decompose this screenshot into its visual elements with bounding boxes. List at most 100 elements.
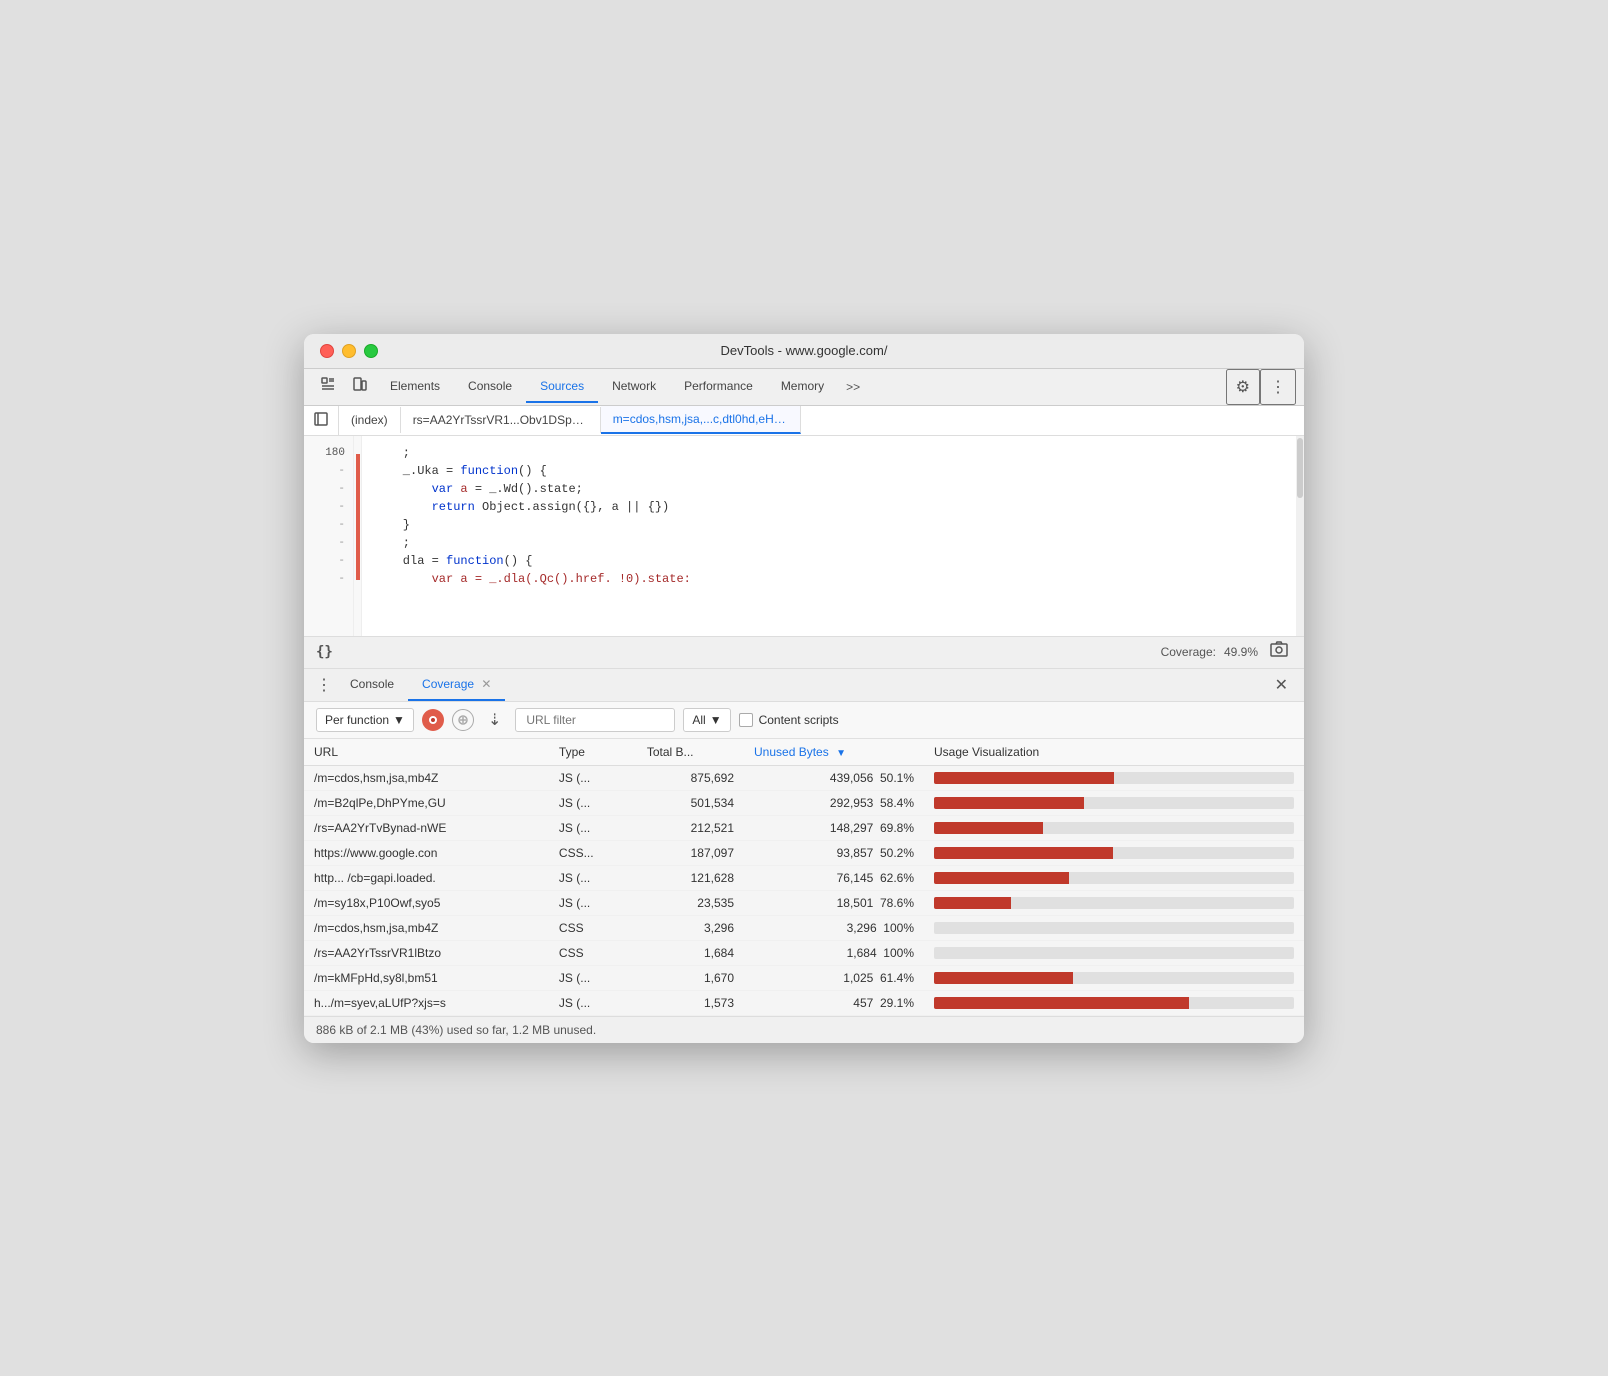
file-tab-bar: (index) rs=AA2YrTssrVR1...Obv1DSp-vWG36A…: [304, 406, 1304, 436]
table-row[interactable]: https://www.google.con CSS... 187,097 93…: [304, 840, 1304, 865]
settings-button[interactable]: ⚙: [1226, 369, 1260, 405]
row-visualization: [924, 965, 1304, 990]
usage-bar: [934, 997, 1294, 1009]
usage-bar: [934, 897, 1294, 909]
code-scrollbar[interactable]: [1296, 436, 1304, 636]
device-toolbar-button[interactable]: [344, 370, 376, 403]
panel-tab-bar: ⋮ Console Coverage ✕ ✕: [304, 669, 1304, 702]
sidebar-toggle-button[interactable]: [304, 406, 339, 435]
col-header-type[interactable]: Type: [549, 739, 637, 766]
coverage-toolbar: Per function ▼ ⇣ All ▼ Content scripts: [304, 702, 1304, 739]
row-url: /rs=AA2YrTssrVR1lBtzo: [304, 940, 549, 965]
table-row[interactable]: /m=sy18x,P10Owf,syo5 JS (... 23,535 18,5…: [304, 890, 1304, 915]
row-visualization: [924, 840, 1304, 865]
used-portion: [934, 772, 1114, 784]
download-button[interactable]: ⇣: [482, 708, 507, 732]
row-url: https://www.google.con: [304, 840, 549, 865]
table-row[interactable]: /m=kMFpHd,sy8l,bm51 JS (... 1,670 1,025 …: [304, 965, 1304, 990]
row-type: JS (...: [549, 790, 637, 815]
more-tabs-button[interactable]: >>: [838, 372, 868, 402]
usage-bar: [934, 922, 1294, 934]
row-type: JS (...: [549, 865, 637, 890]
row-total-bytes: 187,097: [637, 840, 744, 865]
coverage-percent: 49.9%: [1224, 645, 1258, 659]
used-portion: [934, 797, 1084, 809]
row-visualization: [924, 915, 1304, 940]
table-row[interactable]: /rs=AA2YrTssrVR1lBtzo CSS 1,684 1,684 10…: [304, 940, 1304, 965]
row-total-bytes: 501,534: [637, 790, 744, 815]
row-url: /m=cdos,hsm,jsa,mb4Z: [304, 915, 549, 940]
row-type: JS (...: [549, 815, 637, 840]
row-url: http... /cb=gapi.loaded.: [304, 865, 549, 890]
file-tab-m-cdos[interactable]: m=cdos,hsm,jsa,...c,dtl0hd,eHDfl ✕: [601, 406, 801, 434]
row-visualization: [924, 990, 1304, 1015]
col-header-visualization[interactable]: Usage Visualization: [924, 739, 1304, 766]
inspector-icon-button[interactable]: [312, 370, 344, 403]
row-total-bytes: 23,535: [637, 890, 744, 915]
col-header-url[interactable]: URL: [304, 739, 549, 766]
used-portion: [934, 897, 1011, 909]
code-bottom-toolbar: {} Coverage: 49.9%: [304, 636, 1304, 669]
tab-sources[interactable]: Sources: [526, 371, 598, 403]
row-type: JS (...: [549, 990, 637, 1015]
more-options-button[interactable]: ⋮: [1260, 369, 1296, 405]
usage-bar: [934, 797, 1294, 809]
panel-menu-button[interactable]: ⋮: [312, 669, 336, 701]
content-scripts-checkbox[interactable]: [739, 713, 753, 727]
table-row[interactable]: http... /cb=gapi.loaded. JS (... 121,628…: [304, 865, 1304, 890]
row-unused-bytes: 148,297 69.8%: [744, 815, 924, 840]
row-type: CSS: [549, 915, 637, 940]
row-type: JS (...: [549, 765, 637, 790]
stop-coverage-button[interactable]: [452, 709, 474, 731]
minimize-button[interactable]: [342, 344, 356, 358]
status-bar: 886 kB of 2.1 MB (43%) used so far, 1.2 …: [304, 1016, 1304, 1043]
maximize-button[interactable]: [364, 344, 378, 358]
screenshot-button[interactable]: [1266, 641, 1292, 664]
panel-close-button[interactable]: ✕: [1267, 669, 1296, 701]
col-header-unused-bytes[interactable]: Unused Bytes ▼: [744, 739, 924, 766]
row-unused-bytes: 93,857 50.2%: [744, 840, 924, 865]
content-scripts-label: Content scripts: [759, 713, 839, 727]
tab-performance[interactable]: Performance: [670, 371, 767, 403]
scrollbar-thumb[interactable]: [1297, 438, 1303, 498]
tab-network[interactable]: Network: [598, 371, 670, 403]
usage-bar: [934, 972, 1294, 984]
used-portion: [934, 872, 1069, 884]
table-row[interactable]: /m=B2qlPe,DhPYme,GU JS (... 501,534 292,…: [304, 790, 1304, 815]
record-coverage-button[interactable]: [422, 709, 444, 731]
panel-tab-close-button[interactable]: ✕: [481, 677, 491, 691]
code-content[interactable]: ; _.Uka = function() { var a = _.Wd().st…: [362, 436, 1296, 636]
row-visualization: [924, 890, 1304, 915]
tab-console-panel[interactable]: Console: [336, 669, 408, 701]
format-button[interactable]: {}: [316, 644, 333, 660]
table-row[interactable]: h.../m=syev,aLUfP?xjs=s JS (... 1,573 45…: [304, 990, 1304, 1015]
url-filter-input[interactable]: [515, 708, 675, 732]
tab-coverage-panel[interactable]: Coverage ✕: [408, 669, 505, 701]
usage-bar: [934, 847, 1294, 859]
all-filter-button[interactable]: All ▼: [683, 708, 730, 732]
usage-bar: [934, 947, 1294, 959]
traffic-lights: [320, 344, 378, 358]
col-header-total-bytes[interactable]: Total B...: [637, 739, 744, 766]
table-row[interactable]: /m=cdos,hsm,jsa,mb4Z JS (... 875,692 439…: [304, 765, 1304, 790]
dropdown-arrow-icon: ▼: [393, 713, 405, 727]
file-tab-close-button[interactable]: ✕: [798, 412, 801, 426]
row-visualization: [924, 865, 1304, 890]
row-type: CSS...: [549, 840, 637, 865]
used-portion: [934, 822, 1043, 834]
line-numbers: 180 - - - - - - -: [304, 436, 354, 636]
per-function-button[interactable]: Per function ▼: [316, 708, 414, 732]
used-portion: [934, 972, 1073, 984]
row-unused-bytes: 292,953 58.4%: [744, 790, 924, 815]
table-row[interactable]: /rs=AA2YrTvBynad-nWE JS (... 212,521 148…: [304, 815, 1304, 840]
file-tab-rs1[interactable]: rs=AA2YrTssrVR1...Obv1DSp-vWG36A: [401, 407, 601, 433]
coverage-gutter: [354, 436, 362, 636]
tab-elements[interactable]: Elements: [376, 371, 454, 403]
tab-console[interactable]: Console: [454, 371, 526, 403]
usage-bar: [934, 872, 1294, 884]
title-bar: DevTools - www.google.com/: [304, 334, 1304, 369]
table-row[interactable]: /m=cdos,hsm,jsa,mb4Z CSS 3,296 3,296 100…: [304, 915, 1304, 940]
tab-memory[interactable]: Memory: [767, 371, 838, 403]
file-tab-index[interactable]: (index): [339, 407, 401, 433]
close-button[interactable]: [320, 344, 334, 358]
